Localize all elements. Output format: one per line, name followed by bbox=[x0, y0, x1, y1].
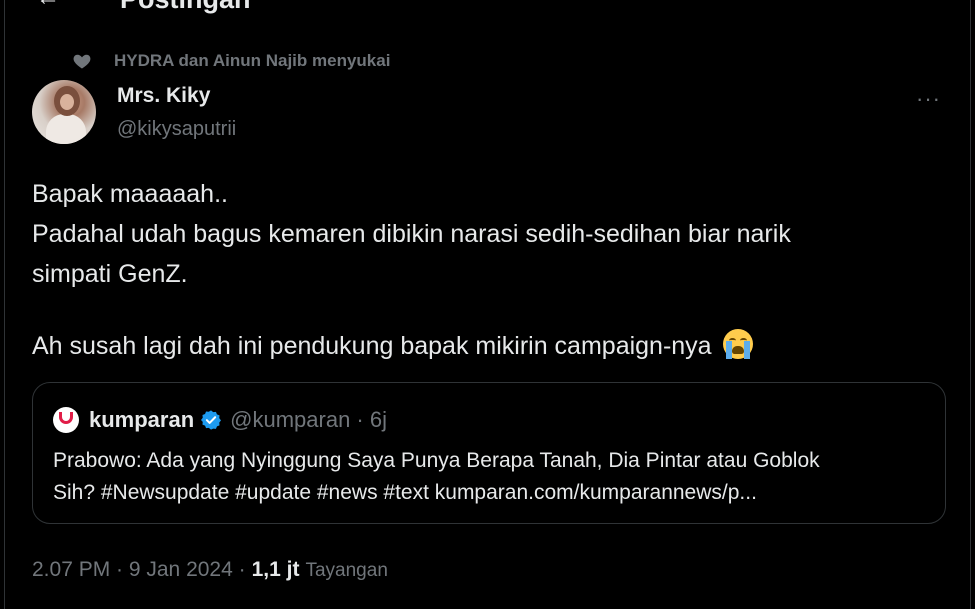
quoted-text-line: Prabowo: Ada yang Nyinggung Saya Punya B… bbox=[53, 449, 820, 472]
author-handle[interactable]: @kikysaputrii bbox=[117, 118, 236, 141]
social-context-text: HYDRA dan Ainun Najib menyukai bbox=[114, 51, 391, 70]
tweet-text: Bapak maaaaah.. Padahal udah bagus kemar… bbox=[32, 174, 932, 366]
tweet-detail-page: ← Postingan HYDRA dan Ainun Najib menyuk… bbox=[0, 0, 975, 609]
tweet-text-last-line: Ah susah lagi dah ini pendukung bapak mi… bbox=[32, 332, 712, 360]
avatar-body-shape bbox=[46, 114, 86, 144]
quoted-tweet-text: Prabowo: Ada yang Nyinggung Saya Punya B… bbox=[53, 445, 933, 509]
right-divider bbox=[970, 0, 971, 609]
back-arrow-icon[interactable]: ← bbox=[36, 0, 60, 10]
quoted-author-name[interactable]: kumparan bbox=[89, 407, 194, 433]
tweet-text-line: Ah susah lagi dah ini pendukung bapak mi… bbox=[32, 326, 932, 366]
views-label: Tayangan bbox=[305, 560, 388, 581]
kumparan-logo-icon bbox=[53, 407, 79, 433]
social-context[interactable]: HYDRA dan Ainun Najib menyukai bbox=[72, 50, 390, 72]
quoted-text-line: Sih? #Newsupdate #update #news #text kum… bbox=[53, 481, 757, 504]
avatar-face-shape bbox=[60, 94, 74, 110]
tweet-metadata: 2.07 PM · 9 Jan 2024 · 1,1 jt Tayangan bbox=[32, 558, 388, 586]
quoted-tweet-card[interactable]: kumparan @kumparan · 6j Prabowo: Ada yan… bbox=[32, 382, 946, 524]
loudly-crying-face-icon bbox=[722, 329, 753, 359]
more-options-icon[interactable]: ··· bbox=[916, 86, 941, 112]
tweet-text-line: simpati GenZ. bbox=[32, 260, 188, 288]
tweet-timestamp[interactable]: 2.07 PM · 9 Jan 2024 · bbox=[32, 558, 246, 582]
verified-badge-icon bbox=[201, 410, 222, 430]
tweet-text-line: Bapak maaaaah.. bbox=[32, 180, 228, 208]
heart-icon bbox=[73, 54, 91, 69]
quoted-tweet-header: kumparan @kumparan · 6j bbox=[53, 405, 387, 435]
page-header: ← Postingan bbox=[0, 0, 975, 18]
tweet-text-line: Padahal udah bagus kemaren dibikin naras… bbox=[32, 220, 791, 248]
avatar[interactable] bbox=[32, 80, 96, 144]
left-divider bbox=[4, 0, 5, 609]
page-title: Postingan bbox=[120, 0, 251, 15]
views-count: 1,1 jt bbox=[251, 558, 300, 581]
quoted-author-meta: @kumparan · 6j bbox=[230, 407, 387, 432]
author-display-name[interactable]: Mrs. Kiky bbox=[117, 84, 210, 108]
